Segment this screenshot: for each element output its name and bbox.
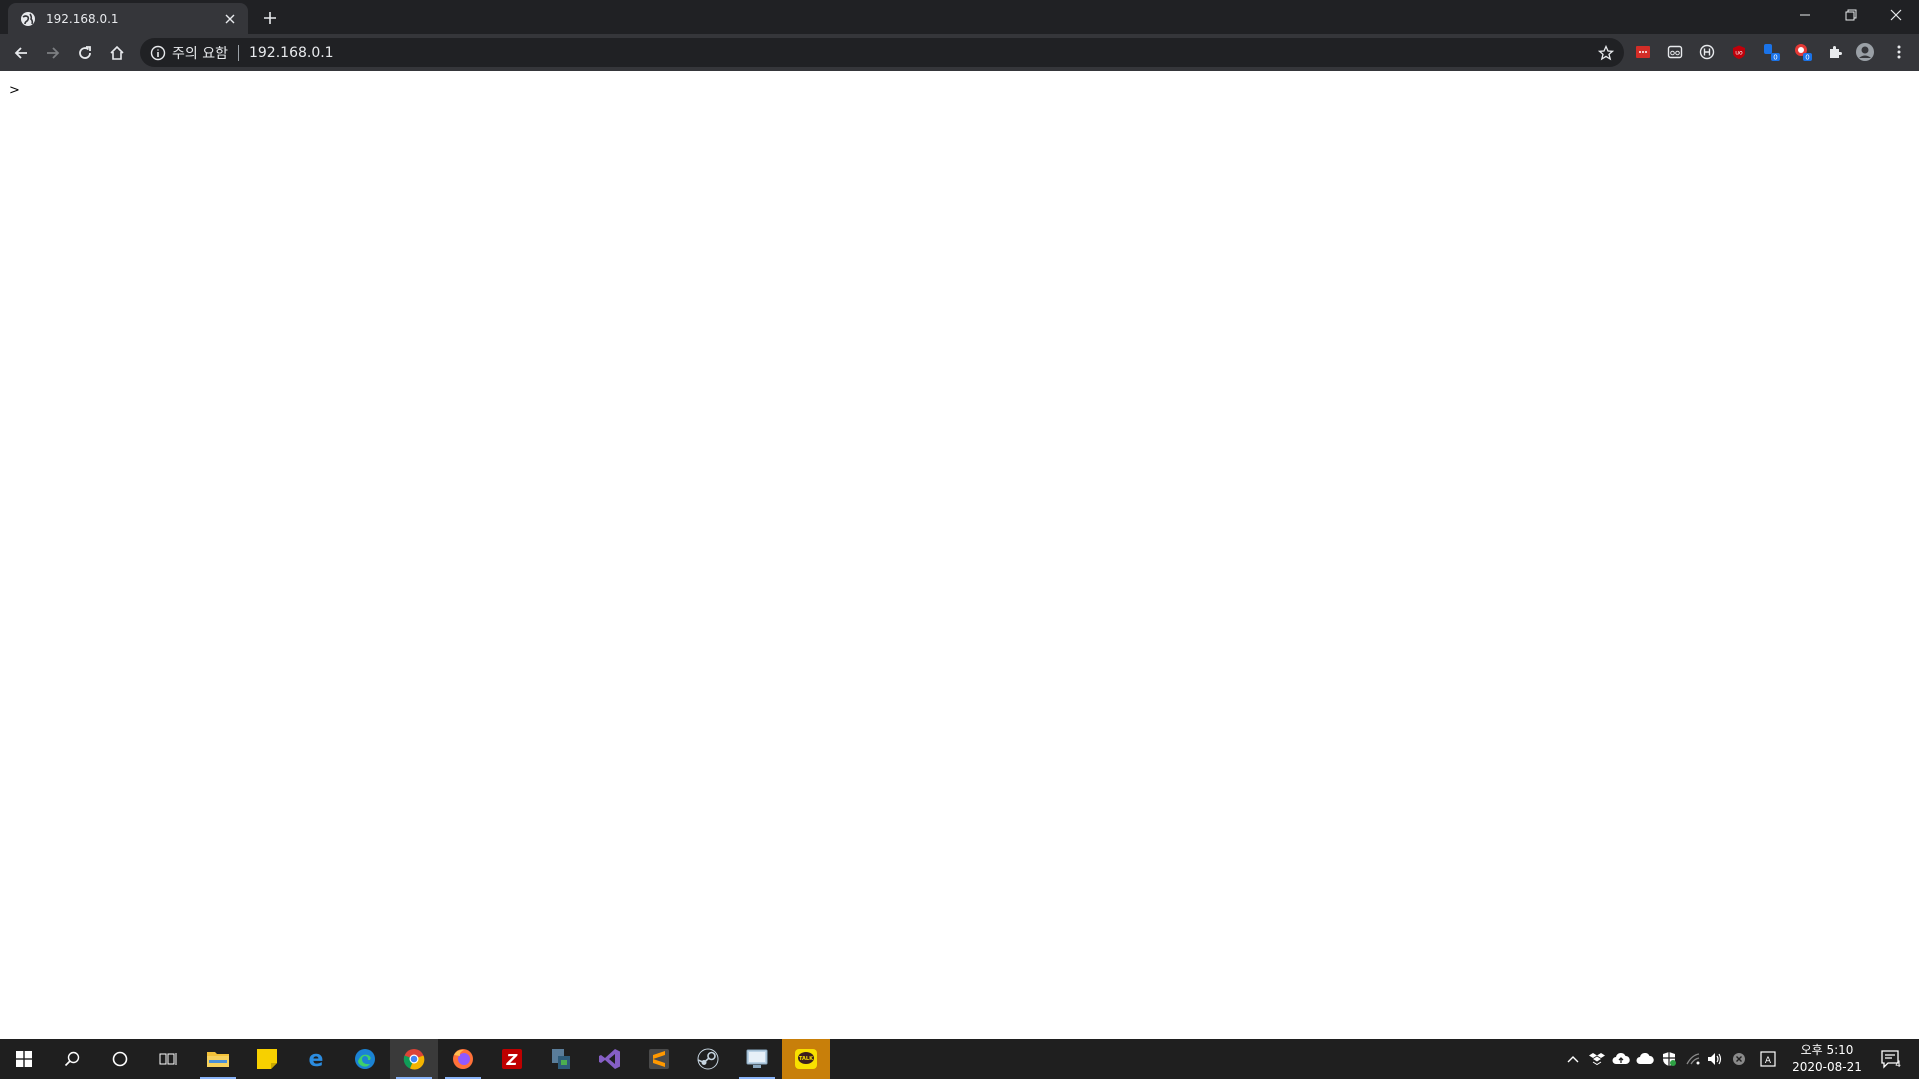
svg-text:A: A bbox=[1765, 1056, 1772, 1066]
chrome-app[interactable] bbox=[390, 1039, 438, 1079]
search-icon bbox=[64, 1051, 80, 1067]
svg-text:Z: Z bbox=[506, 1051, 519, 1069]
reader-icon[interactable] bbox=[1665, 42, 1685, 62]
kakaotalk-icon: TALK bbox=[795, 1049, 817, 1069]
restore-button[interactable] bbox=[1828, 0, 1874, 30]
visual-studio-icon bbox=[599, 1049, 620, 1069]
badge-red-icon[interactable]: 0 bbox=[1793, 42, 1813, 62]
edge-icon bbox=[355, 1049, 375, 1069]
tab-title: 192.168.0.1 bbox=[46, 11, 119, 26]
sublime-text-app[interactable] bbox=[635, 1039, 683, 1079]
profile-avatar-icon[interactable] bbox=[1855, 42, 1875, 62]
info-icon[interactable] bbox=[150, 45, 166, 61]
network-tool-app[interactable] bbox=[537, 1039, 585, 1079]
filezilla-app[interactable]: Z bbox=[488, 1039, 536, 1079]
home-icon bbox=[110, 45, 124, 60]
edge-legacy-app[interactable]: e bbox=[292, 1039, 340, 1079]
firefox-icon bbox=[453, 1049, 473, 1069]
svg-text:0: 0 bbox=[1805, 54, 1809, 62]
windows-taskbar: e Z TALK A 오후 5:10 2020-08-21 4 bbox=[0, 1039, 1919, 1079]
svg-text:TALK: TALK bbox=[799, 1056, 814, 1062]
task-view-button[interactable] bbox=[144, 1039, 192, 1079]
svg-text:e: e bbox=[309, 1048, 324, 1070]
back-arrow-icon bbox=[14, 47, 27, 59]
browser-tab[interactable]: 192.168.0.1 bbox=[8, 3, 248, 34]
h-icon[interactable] bbox=[1697, 42, 1717, 62]
wifi-icon[interactable] bbox=[1683, 1049, 1703, 1069]
forward-button[interactable] bbox=[40, 40, 66, 66]
steam-app[interactable] bbox=[684, 1039, 732, 1079]
clock-time: 오후 5:10 bbox=[1800, 1043, 1854, 1057]
forward-arrow-icon bbox=[47, 47, 60, 59]
cortana-circle-icon bbox=[112, 1051, 128, 1067]
ublock-icon[interactable]: uo bbox=[1729, 42, 1749, 62]
reload-icon bbox=[79, 46, 91, 59]
sticky-notes-app[interactable] bbox=[243, 1039, 291, 1079]
remote-desktop-icon bbox=[746, 1049, 768, 1068]
address-bar[interactable]: 주의 요함 192.168.0.1 bbox=[140, 38, 1624, 67]
network-app-icon bbox=[552, 1049, 570, 1069]
page-content: > bbox=[0, 71, 1919, 1077]
minimize-button[interactable] bbox=[1782, 0, 1828, 30]
firefox-app[interactable] bbox=[439, 1039, 487, 1079]
kakaotalk-app[interactable]: TALK bbox=[782, 1039, 830, 1079]
security-warning[interactable]: 주의 요함 bbox=[172, 43, 228, 63]
volume-icon[interactable] bbox=[1705, 1049, 1725, 1069]
ime-language-icon[interactable]: A bbox=[1758, 1049, 1778, 1069]
notification-count: 4 bbox=[1895, 1060, 1901, 1070]
close-window-button[interactable] bbox=[1873, 0, 1919, 30]
lastpass-icon[interactable] bbox=[1633, 42, 1653, 62]
action-center-button[interactable]: 4 bbox=[1878, 1047, 1902, 1071]
bookmark-star-icon[interactable] bbox=[1596, 43, 1616, 63]
menu-kebab-icon[interactable] bbox=[1889, 42, 1909, 62]
back-button[interactable] bbox=[8, 40, 34, 66]
visual-studio-app[interactable] bbox=[586, 1039, 634, 1079]
error-status-icon[interactable] bbox=[1729, 1049, 1749, 1069]
task-view-icon bbox=[159, 1053, 177, 1065]
steam-icon bbox=[697, 1048, 719, 1070]
reload-button[interactable] bbox=[72, 40, 98, 66]
cortana-button[interactable] bbox=[96, 1039, 144, 1079]
defender-shield-icon[interactable] bbox=[1659, 1049, 1679, 1069]
svg-text:0: 0 bbox=[1773, 54, 1777, 62]
new-tab-button[interactable] bbox=[258, 6, 282, 30]
taskbar-clock[interactable]: 오후 5:10 2020-08-21 bbox=[1782, 1042, 1872, 1076]
file-explorer-app[interactable] bbox=[194, 1039, 242, 1079]
chrome-icon bbox=[403, 1049, 425, 1070]
tab-strip: 192.168.0.1 bbox=[0, 0, 1919, 34]
cloud-upload-icon[interactable] bbox=[1611, 1049, 1631, 1069]
dropbox-icon[interactable] bbox=[1587, 1049, 1607, 1069]
start-button[interactable] bbox=[0, 1039, 48, 1079]
sticky-note-icon bbox=[257, 1049, 277, 1069]
home-button[interactable] bbox=[104, 40, 130, 66]
globe-icon bbox=[21, 11, 35, 26]
clock-date: 2020-08-21 bbox=[1792, 1060, 1862, 1074]
search-button[interactable] bbox=[48, 1039, 96, 1079]
show-hidden-icons-chevron-icon[interactable] bbox=[1563, 1049, 1583, 1069]
page-text: > bbox=[9, 83, 20, 98]
close-tab-icon[interactable] bbox=[220, 9, 240, 29]
extensions-puzzle-icon[interactable] bbox=[1825, 42, 1845, 62]
windows-logo-icon bbox=[16, 1051, 32, 1067]
browser-toolbar: 주의 요함 192.168.0.1 uo 0 0 bbox=[0, 34, 1919, 71]
edge-legacy-icon: e bbox=[309, 1048, 324, 1070]
edge-app[interactable] bbox=[341, 1039, 389, 1079]
remote-desktop-app[interactable] bbox=[733, 1039, 781, 1079]
onedrive-cloud-icon[interactable] bbox=[1635, 1049, 1655, 1069]
filezilla-icon: Z bbox=[502, 1049, 522, 1069]
badge-blue-icon[interactable]: 0 bbox=[1761, 42, 1781, 62]
sublime-text-icon bbox=[649, 1049, 669, 1069]
url-text[interactable]: 192.168.0.1 bbox=[249, 45, 1596, 61]
folder-icon bbox=[207, 1052, 229, 1067]
address-separator bbox=[237, 44, 239, 61]
svg-text:uo: uo bbox=[1735, 50, 1743, 57]
